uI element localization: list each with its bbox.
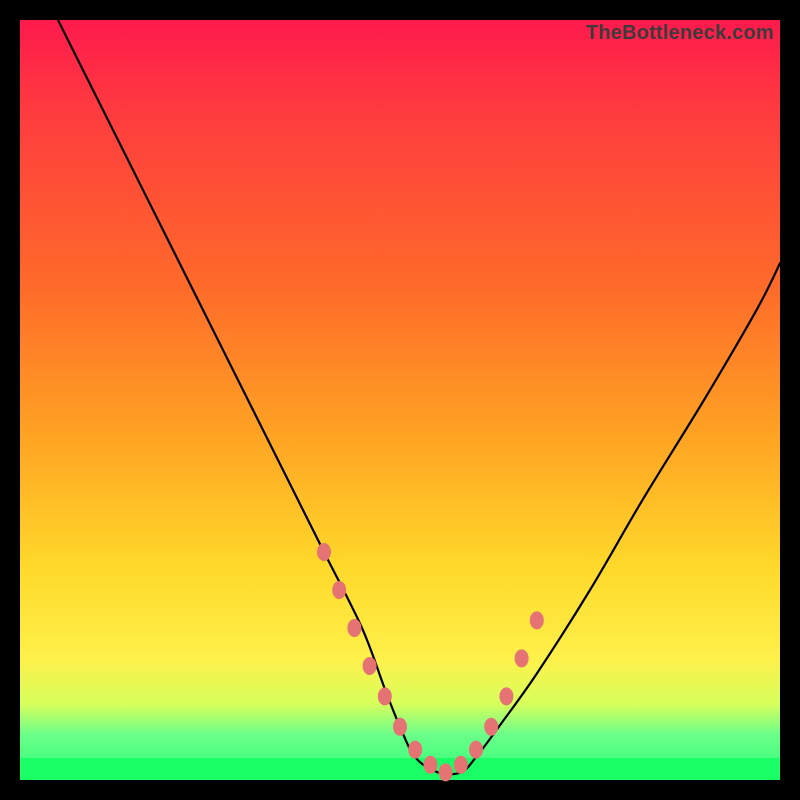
sample-dot (347, 619, 361, 637)
bottleneck-curve-path (58, 20, 780, 774)
sample-dot (484, 718, 498, 736)
sample-dot (454, 756, 468, 774)
sample-dot (515, 649, 529, 667)
sample-dot (423, 756, 437, 774)
sample-dot (530, 611, 544, 629)
sample-dot (378, 687, 392, 705)
sample-dot (499, 687, 513, 705)
sample-dot (332, 581, 346, 599)
sample-dot (408, 741, 422, 759)
sample-dot (317, 543, 331, 561)
sample-dot (439, 763, 453, 781)
chart-frame: TheBottleneck.com (0, 0, 800, 800)
sample-dot (469, 741, 483, 759)
sample-dots-group (317, 543, 544, 781)
curve-svg (20, 20, 780, 780)
sample-dot (393, 718, 407, 736)
plot-area: TheBottleneck.com (20, 20, 780, 780)
sample-dot (363, 657, 377, 675)
